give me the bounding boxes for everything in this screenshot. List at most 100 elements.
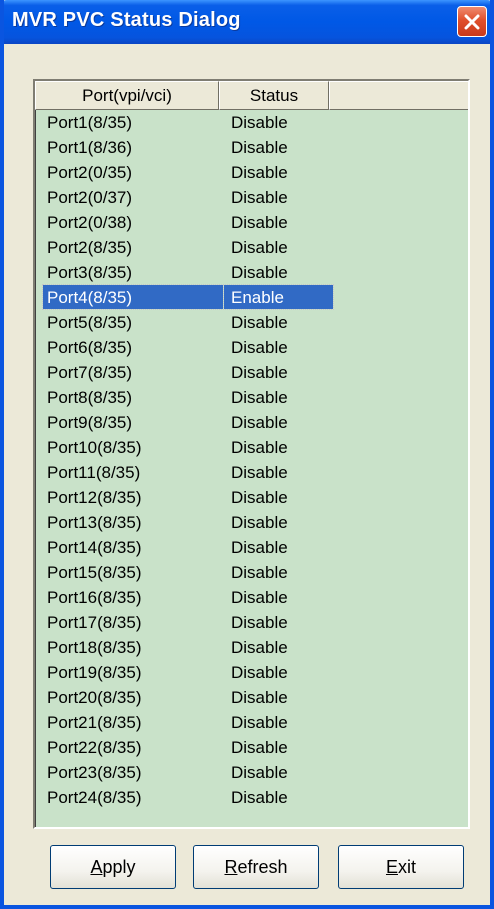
port-cell: Port18(8/35) [47, 638, 142, 657]
port-cell: Port2(8/35) [47, 238, 133, 257]
exit-button[interactable]: Exit [338, 845, 464, 889]
status-cell: Disable [231, 438, 288, 457]
port-cell: Port1(8/36) [47, 138, 133, 157]
refresh-mnemonic: R [224, 856, 238, 877]
port-cell: Port23(8/35) [47, 763, 142, 782]
list-row[interactable]: Port10(8/35) Disable [35, 435, 468, 460]
list-row[interactable]: Port12(8/35) Disable [35, 485, 468, 510]
list-row[interactable]: Port16(8/35) Disable [35, 585, 468, 610]
list-row[interactable]: Port9(8/35) Disable [35, 410, 468, 435]
list-row[interactable]: Port2(8/35) Disable [35, 235, 468, 260]
status-cell: Disable [231, 788, 288, 807]
port-cell: Port8(8/35) [47, 388, 133, 407]
status-cell: Disable [231, 688, 288, 707]
status-cell: Disable [231, 588, 288, 607]
port-cell: Port17(8/35) [47, 613, 142, 632]
close-button[interactable] [457, 6, 487, 37]
list-row[interactable]: Port7(8/35) Disable [35, 360, 468, 385]
status-cell: Disable [231, 163, 288, 182]
port-cell: Port12(8/35) [47, 488, 142, 507]
port-cell: Port14(8/35) [47, 538, 142, 557]
window-title: MVR PVC Status Dialog [12, 9, 241, 31]
status-cell: Disable [231, 413, 288, 432]
list-row[interactable]: Port19(8/35) Disable [35, 660, 468, 685]
status-cell: Disable [231, 738, 288, 757]
list-row[interactable]: Port21(8/35) Disable [35, 710, 468, 735]
port-cell: Port5(8/35) [47, 313, 133, 332]
list-row[interactable]: Port24(8/35) Disable [35, 785, 468, 810]
list-row[interactable]: Port2(0/35) Disable [35, 160, 468, 185]
exit-mnemonic: E [385, 856, 398, 877]
status-cell: Disable [231, 138, 288, 157]
list-row[interactable]: Port14(8/35) Disable [35, 535, 468, 560]
list-row[interactable]: Port5(8/35) Disable [35, 310, 468, 335]
status-cell: Enable [231, 288, 284, 307]
list-row[interactable]: Port1(8/35) Disable [35, 110, 468, 135]
title-bar[interactable]: MVR PVC Status Dialog [4, 0, 490, 44]
refresh-label: efresh [237, 856, 288, 877]
column-header-status[interactable]: Status [219, 81, 329, 110]
port-cell: Port11(8/35) [47, 463, 141, 482]
status-cell: Disable [231, 638, 288, 657]
list-row[interactable]: Port15(8/35) Disable [35, 560, 468, 585]
list-row[interactable]: Port22(8/35) Disable [35, 735, 468, 760]
list-row[interactable]: Port2(0/38) Disable [35, 210, 468, 235]
port-cell: Port10(8/35) [47, 438, 142, 457]
status-cell: Disable [231, 763, 288, 782]
list-row[interactable]: Port11(8/35) Disable [35, 460, 468, 485]
port-cell: Port2(0/35) [47, 163, 133, 182]
port-cell: Port6(8/35) [47, 338, 133, 357]
status-cell: Disable [231, 113, 288, 132]
list-row[interactable]: Port18(8/35) Disable [35, 635, 468, 660]
port-cell: Port19(8/35) [47, 663, 142, 682]
list-row[interactable]: Port6(8/35) Disable [35, 335, 468, 360]
status-cell: Disable [231, 388, 288, 407]
port-cell: Port13(8/35) [47, 513, 142, 532]
status-cell: Disable [231, 538, 288, 557]
port-cell: Port2(0/38) [47, 213, 133, 232]
status-cell: Disable [231, 513, 288, 532]
port-cell: Port20(8/35) [47, 688, 142, 707]
port-cell: Port24(8/35) [47, 788, 142, 807]
status-cell: Disable [231, 263, 288, 282]
column-header-port[interactable]: Port(vpi/vci) [35, 81, 219, 110]
port-cell: Port1(8/35) [47, 113, 133, 132]
port-cell: Port16(8/35) [47, 588, 142, 607]
exit-label: xit [398, 856, 416, 877]
status-cell: Disable [231, 313, 288, 332]
port-cell: Port4(8/35) [47, 288, 133, 307]
column-header-filler[interactable] [329, 81, 468, 110]
apply-label: pply [102, 856, 136, 877]
status-cell: Disable [231, 713, 288, 732]
pvc-status-list[interactable]: Port(vpi/vci) Status Port1(8/35) Disable P… [33, 79, 470, 829]
status-cell: Disable [231, 188, 288, 207]
list-row[interactable]: Port23(8/35) Disable [35, 760, 468, 785]
status-cell: Disable [231, 238, 288, 257]
status-cell: Disable [231, 563, 288, 582]
mvr-pvc-status-dialog: MVR PVC Status Dialog Port(vpi/vci) Stat… [0, 0, 494, 909]
port-cell: Port3(8/35) [47, 263, 133, 282]
port-cell: Port21(8/35) [47, 713, 142, 732]
status-cell: Disable [231, 488, 288, 507]
port-cell: Port9(8/35) [47, 413, 133, 432]
list-row[interactable]: Port1(8/36) Disable [35, 135, 468, 160]
port-cell: Port7(8/35) [47, 363, 133, 382]
status-cell: Disable [231, 463, 288, 482]
apply-mnemonic: A [90, 856, 103, 877]
list-row[interactable]: Port20(8/35) Disable [35, 685, 468, 710]
list-row[interactable]: Port2(0/37) Disable [35, 185, 468, 210]
status-cell: Disable [231, 213, 288, 232]
port-cell: Port15(8/35) [47, 563, 142, 582]
list-header: Port(vpi/vci) Status [35, 81, 468, 110]
list-row[interactable]: Port4(8/35) Enable [35, 284, 468, 310]
list-row[interactable]: Port8(8/35) Disable [35, 385, 468, 410]
port-cell: Port22(8/35) [47, 738, 142, 757]
list-row[interactable]: Port17(8/35) Disable [35, 610, 468, 635]
status-cell: Disable [231, 338, 288, 357]
list-row[interactable]: Port3(8/35) Disable [35, 260, 468, 285]
status-cell: Disable [231, 613, 288, 632]
status-cell: Disable [231, 363, 288, 382]
apply-button[interactable]: Apply [50, 845, 176, 889]
refresh-button[interactable]: Refresh [193, 845, 319, 889]
list-row[interactable]: Port13(8/35) Disable [35, 510, 468, 535]
